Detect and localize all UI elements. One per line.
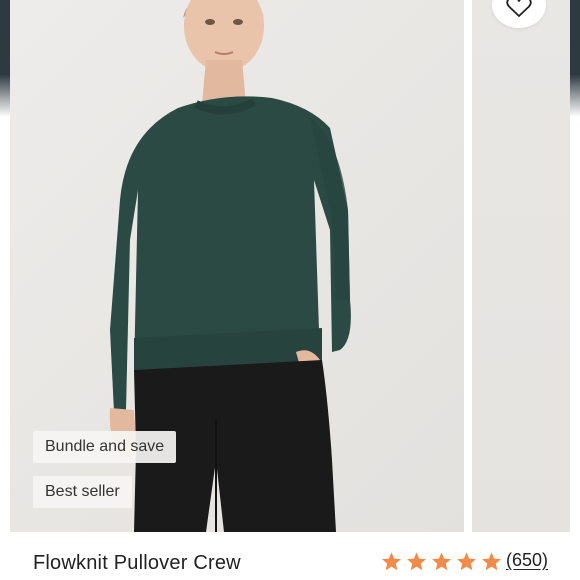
review-count-link[interactable]: (650) bbox=[506, 550, 548, 571]
bundle-and-save-badge: Bundle and save bbox=[33, 431, 177, 463]
star-icon bbox=[432, 552, 451, 571]
product-title[interactable]: Flowknit Pullover Crew bbox=[33, 552, 241, 575]
right-edge bbox=[570, 0, 580, 532]
rating-stars[interactable] bbox=[381, 551, 502, 572]
best-seller-badge: Best seller bbox=[33, 476, 132, 508]
star-icon bbox=[382, 552, 401, 571]
heart-icon bbox=[506, 0, 532, 17]
star-icon bbox=[482, 552, 501, 571]
star-icon bbox=[457, 552, 476, 571]
star-icon bbox=[407, 552, 426, 571]
left-edge bbox=[0, 0, 10, 532]
next-product-image[interactable] bbox=[472, 0, 570, 532]
